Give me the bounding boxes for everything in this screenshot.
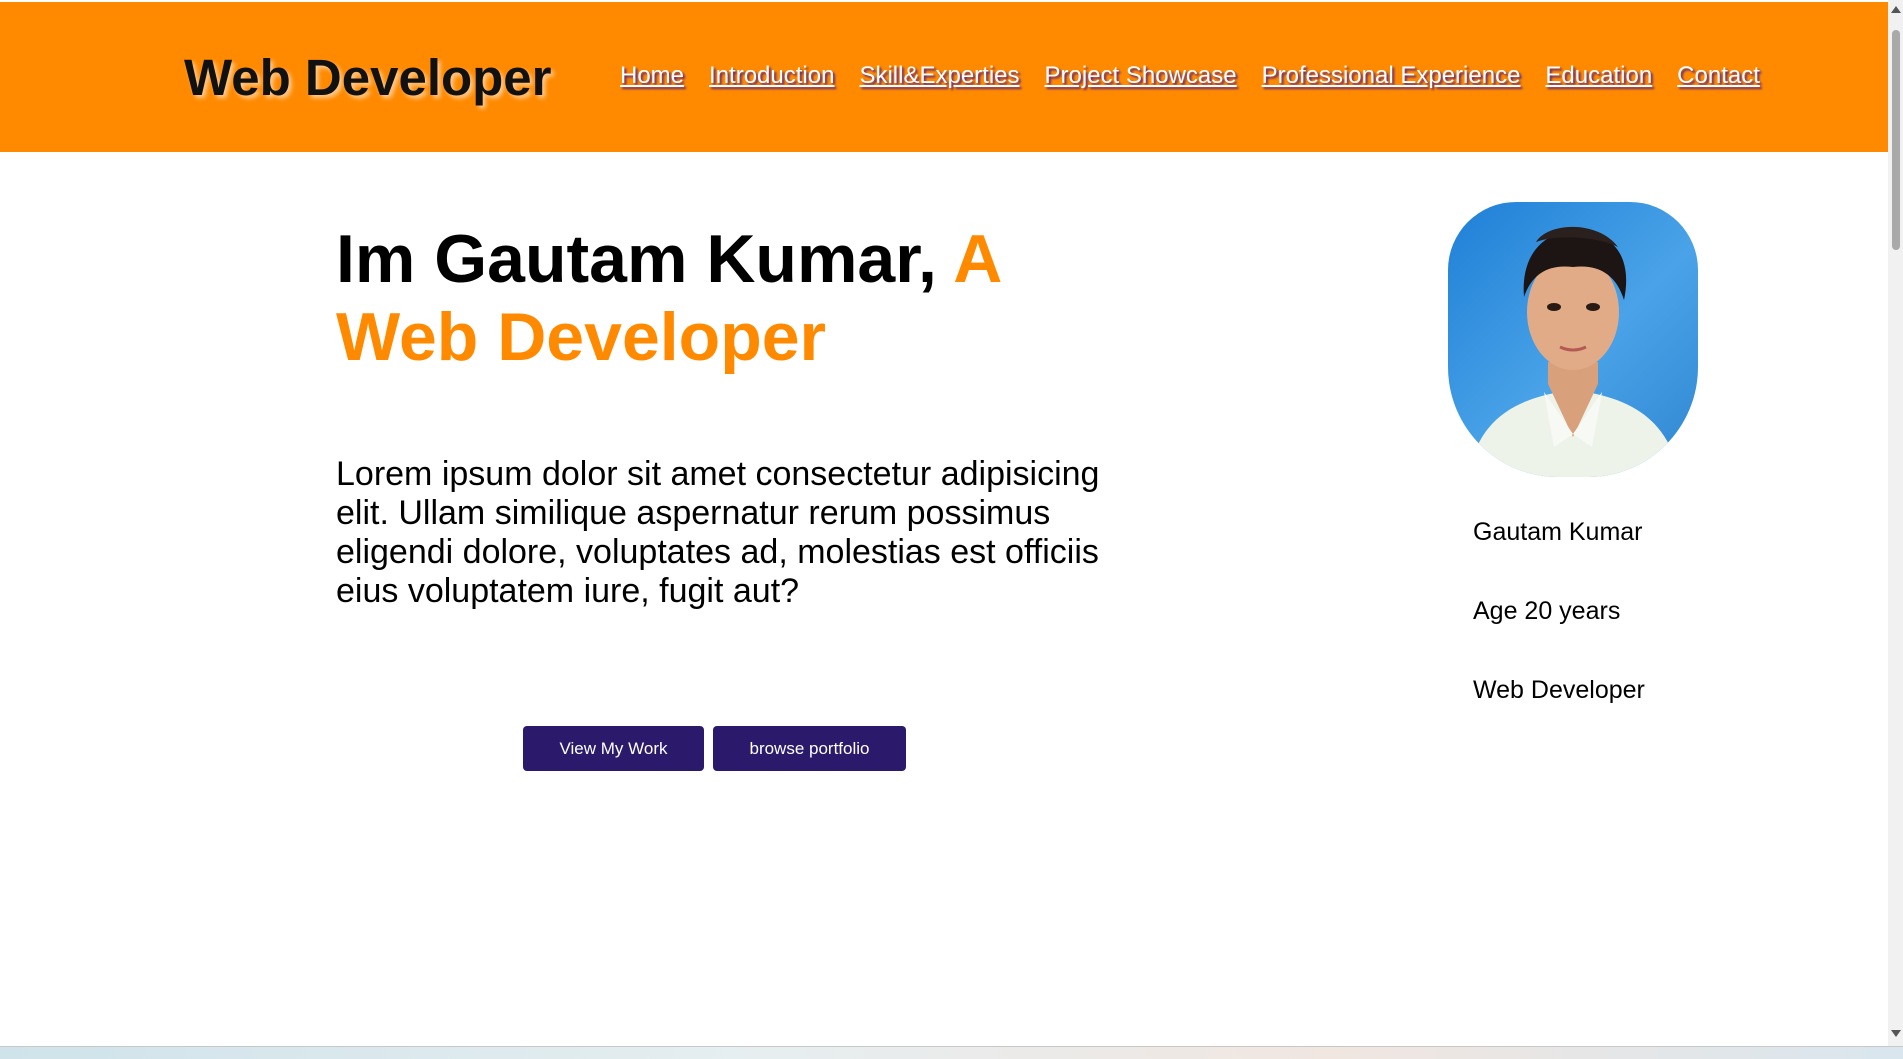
vertical-scrollbar[interactable] xyxy=(1888,0,1903,1046)
main-nav: Home Introduction Skill&Experties Projec… xyxy=(620,62,1760,90)
site-brand[interactable]: Web Developer xyxy=(184,48,552,107)
nav-link-contact[interactable]: Contact xyxy=(1677,62,1760,90)
scroll-up-arrow-icon[interactable] xyxy=(1891,6,1901,13)
profile-name: Gautam Kumar xyxy=(1473,518,1643,546)
browse-portfolio-button[interactable]: browse portfolio xyxy=(713,726,906,771)
hero-description: Lorem ipsum dolor sit amet consectetur a… xyxy=(336,455,1100,610)
hero-title: Im Gautam Kumar, A Web Developer xyxy=(336,220,1056,376)
scrollbar-thumb[interactable] xyxy=(1892,30,1900,250)
site-header: Web Developer Home Introduction Skill&Ex… xyxy=(0,2,1888,152)
scroll-down-arrow-icon[interactable] xyxy=(1891,1030,1901,1037)
taskbar-edge xyxy=(0,1046,1903,1059)
nav-link-projects[interactable]: Project Showcase xyxy=(1045,62,1237,90)
nav-link-experience[interactable]: Professional Experience xyxy=(1262,62,1521,90)
profile-role: Web Developer xyxy=(1473,676,1645,704)
hero-title-main: Im Gautam Kumar, xyxy=(336,221,954,297)
nav-link-education[interactable]: Education xyxy=(1545,62,1652,90)
view-my-work-button[interactable]: View My Work xyxy=(523,726,704,771)
page-viewport: Web Developer Home Introduction Skill&Ex… xyxy=(0,0,1888,1046)
nav-link-home[interactable]: Home xyxy=(620,62,684,90)
nav-link-introduction[interactable]: Introduction xyxy=(709,62,834,90)
profile-photo xyxy=(1448,202,1698,477)
profile-age: Age 20 years xyxy=(1473,597,1621,625)
nav-link-skills[interactable]: Skill&Experties xyxy=(859,62,1019,90)
profile-photo-illustration xyxy=(1468,226,1680,477)
